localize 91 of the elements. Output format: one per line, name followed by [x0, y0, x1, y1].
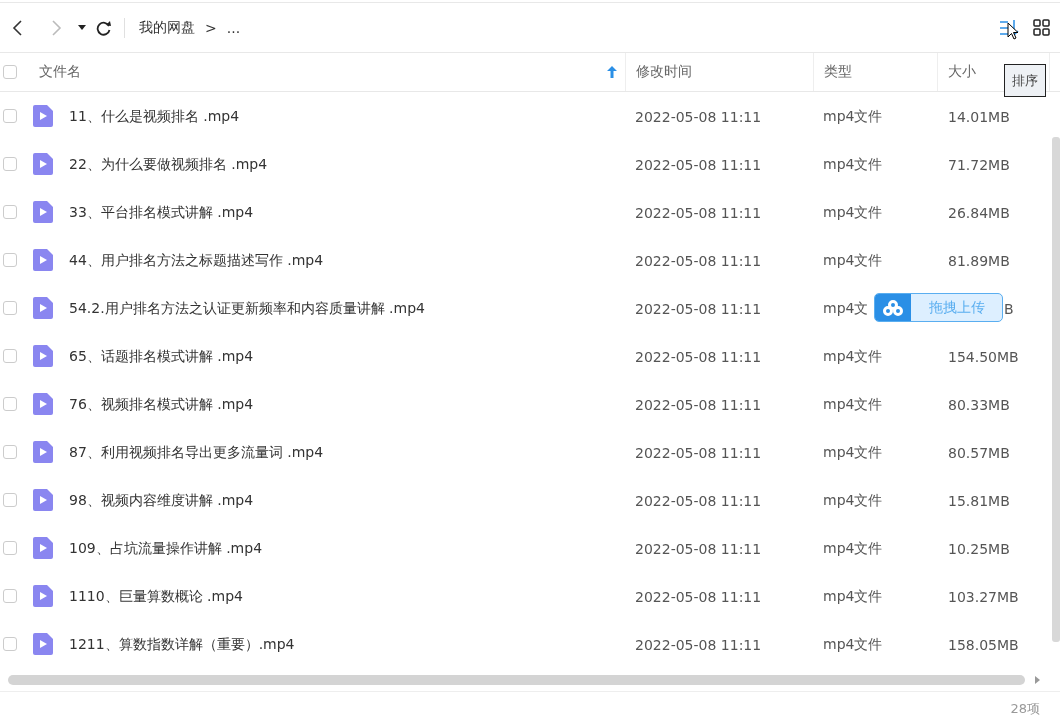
grid-view-icon[interactable]	[1033, 19, 1050, 36]
breadcrumb-separator: >	[205, 19, 217, 36]
modified-time: 2022-05-08 11:11	[635, 300, 762, 317]
item-count: 28项	[1010, 700, 1040, 718]
row-checkbox[interactable]	[3, 349, 17, 363]
file-type: mp4文件	[823, 204, 883, 220]
file-name[interactable]: 109、占坑流量操作讲解 .mp4	[69, 540, 263, 556]
video-file-icon	[33, 537, 53, 559]
sort-icon[interactable]	[999, 17, 1019, 38]
file-size: 81.89MB	[948, 252, 1010, 269]
breadcrumb-link[interactable]: 我的网盘	[139, 18, 195, 37]
file-size: B	[1004, 300, 1014, 317]
row-checkbox[interactable]	[3, 109, 17, 123]
file-type: mp4文件	[823, 588, 883, 604]
file-size: 71.72MB	[948, 156, 1010, 173]
video-file-icon	[33, 105, 53, 127]
modified-time: 2022-05-08 11:11	[635, 540, 762, 557]
file-type: mp4文件	[823, 636, 883, 652]
row-checkbox[interactable]	[3, 493, 17, 507]
file-name[interactable]: 1211、算数指数详解（重要）.mp4	[69, 636, 295, 652]
row-checkbox[interactable]	[3, 157, 17, 171]
video-file-icon	[33, 441, 53, 463]
refresh-icon[interactable]	[96, 19, 112, 36]
file-name[interactable]: 22、为什么要做视频排名 .mp4	[69, 156, 268, 172]
upload-label: 拖拽上传	[927, 297, 986, 317]
video-file-icon	[33, 249, 53, 271]
modified-time: 2022-05-08 11:11	[635, 108, 762, 125]
file-name[interactable]: 76、视频排名模式讲解 .mp4	[69, 396, 254, 412]
file-name[interactable]: 11、什么是视频排名 .mp4	[69, 108, 240, 124]
modified-time: 2022-05-08 11:11	[635, 204, 762, 221]
sort-tooltip: 排序	[1004, 64, 1046, 97]
file-size: 80.57MB	[948, 444, 1010, 461]
file-type: mp4文件	[823, 348, 883, 364]
video-file-icon	[33, 393, 53, 415]
select-all-checkbox[interactable]	[3, 65, 17, 79]
row-checkbox[interactable]	[3, 205, 17, 219]
file-type: mp4文件	[823, 156, 883, 172]
video-file-icon	[33, 585, 53, 607]
scroll-right-icon[interactable]	[1035, 676, 1040, 684]
row-checkbox[interactable]	[3, 445, 17, 459]
file-name[interactable]: 1110、巨量算数概论 .mp4	[69, 588, 243, 604]
video-file-icon	[33, 297, 53, 319]
modified-time: 2022-05-08 11:11	[635, 396, 762, 413]
file-size: 80.33MB	[948, 396, 1010, 413]
video-file-icon	[33, 633, 53, 655]
file-size: 158.05MB	[948, 636, 1019, 653]
cursor-icon	[1007, 21, 1019, 40]
file-name[interactable]: 54.2.用户排名方法之认证更新频率和内容质量讲解 .mp4	[69, 300, 425, 316]
column-header[interactable]: 类型	[824, 63, 852, 81]
modified-time: 2022-05-08 11:11	[635, 444, 762, 461]
file-size: 10.25MB	[948, 540, 1010, 557]
column-header[interactable]: 大小	[948, 63, 976, 81]
column-header[interactable]: 修改时间	[636, 63, 692, 81]
dropdown-icon[interactable]	[78, 25, 86, 30]
file-type: mp4文件	[823, 540, 883, 556]
modified-time: 2022-05-08 11:11	[635, 252, 762, 269]
file-type: mp4文件	[823, 396, 883, 412]
column-header[interactable]: 文件名	[39, 63, 81, 81]
file-type: mp4文	[823, 300, 869, 316]
video-file-icon	[33, 345, 53, 367]
modified-time: 2022-05-08 11:11	[635, 492, 762, 509]
file-size: 103.27MB	[948, 588, 1019, 605]
video-file-icon	[33, 489, 53, 511]
row-checkbox[interactable]	[3, 301, 17, 315]
file-name[interactable]: 44、用户排名方法之标题描述写作 .mp4	[69, 252, 324, 268]
file-name[interactable]: 87、利用视频排名导出更多流量词 .mp4	[69, 444, 324, 460]
row-checkbox[interactable]	[3, 253, 17, 267]
row-checkbox[interactable]	[3, 397, 17, 411]
file-size: 26.84MB	[948, 204, 1010, 221]
video-file-icon	[33, 201, 53, 223]
file-name[interactable]: 65、话题排名模式讲解 .mp4	[69, 348, 254, 364]
file-size: 154.50MB	[948, 348, 1019, 365]
file-size: 14.01MB	[948, 108, 1010, 125]
breadcrumb-link[interactable]: ...	[226, 19, 241, 36]
file-type: mp4文件	[823, 492, 883, 508]
cloud-icon	[875, 294, 911, 321]
video-file-icon	[33, 153, 53, 175]
file-size: 15.81MB	[948, 492, 1010, 509]
file-type: mp4文件	[823, 252, 883, 268]
file-name[interactable]: 33、平台排名模式讲解 .mp4	[69, 204, 254, 220]
horizontal-scrollbar[interactable]	[8, 675, 1025, 685]
row-checkbox[interactable]	[3, 541, 17, 555]
modified-time: 2022-05-08 11:11	[635, 636, 762, 653]
file-name[interactable]: 98、视频内容维度讲解 .mp4	[69, 492, 254, 508]
file-type: mp4文件	[823, 108, 883, 124]
row-checkbox[interactable]	[3, 589, 17, 603]
row-checkbox[interactable]	[3, 637, 17, 651]
file-type: mp4文件	[823, 444, 883, 460]
modified-time: 2022-05-08 11:11	[635, 588, 762, 605]
modified-time: 2022-05-08 11:11	[635, 348, 762, 365]
modified-time: 2022-05-08 11:11	[635, 156, 762, 173]
